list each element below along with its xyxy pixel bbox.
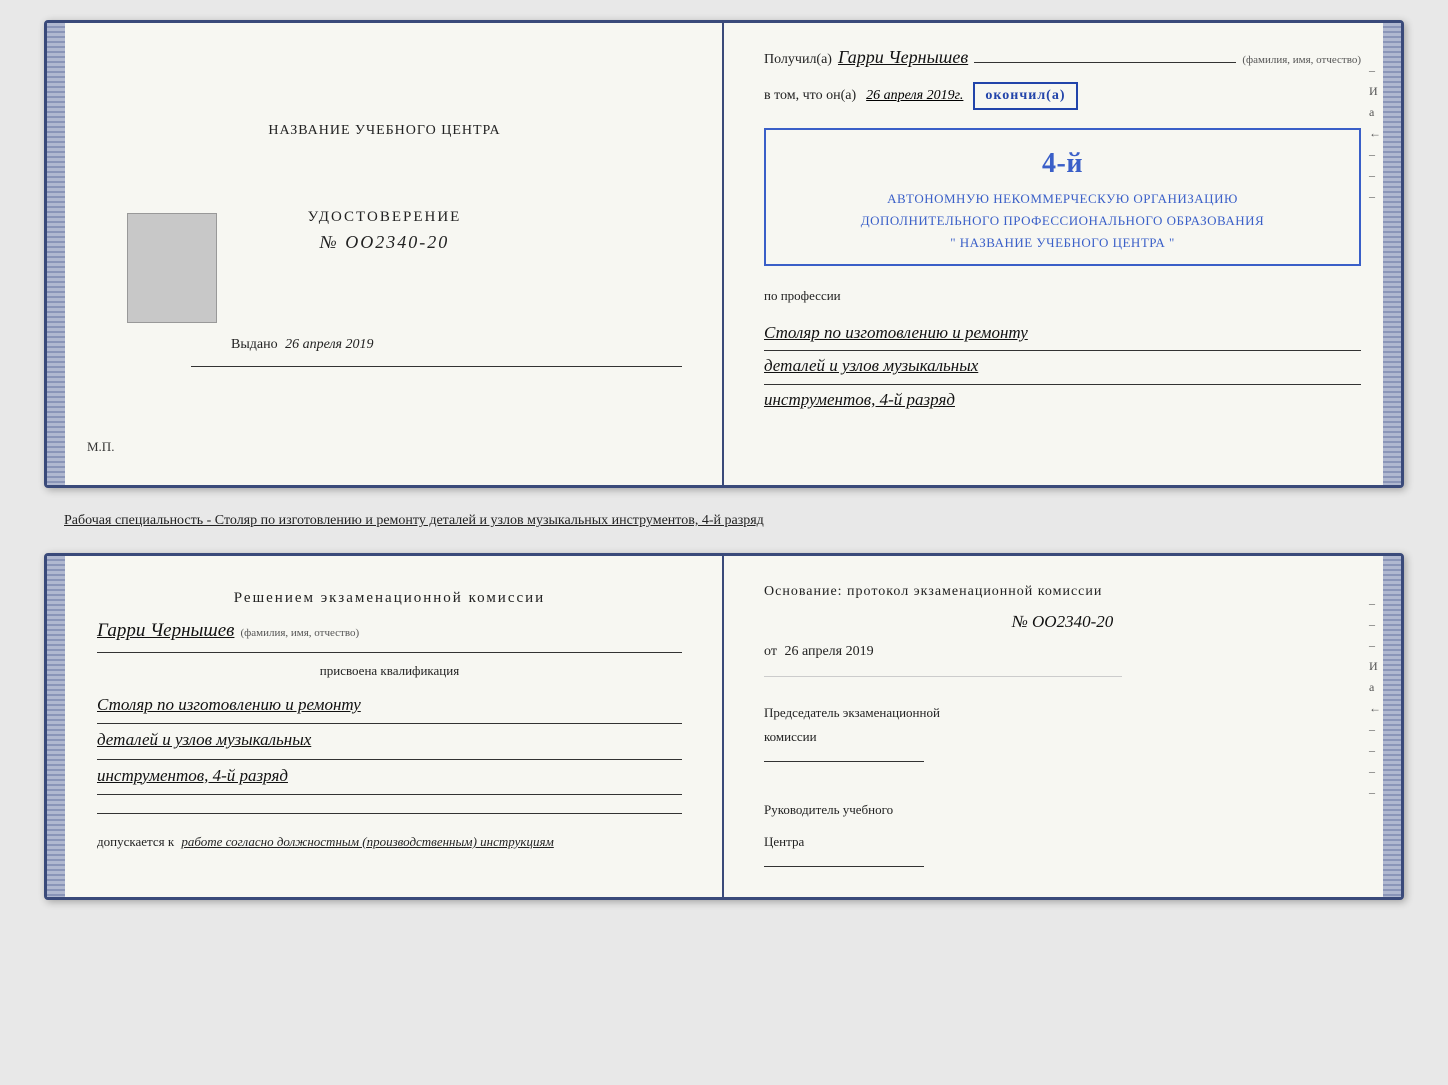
qual-line2: деталей и узлов музыкальных — [97, 724, 682, 759]
profession-block: Столяр по изготовлению и ремонту деталей… — [764, 318, 1361, 418]
vydano-date: 26 апреля 2019 — [285, 337, 373, 352]
resheniem-text: Решением экзаменационной комиссии — [234, 586, 545, 610]
bottom-doc-right: Основание: протокол экзаменационной коми… — [724, 556, 1401, 897]
udost-number: № OO2340-20 — [320, 232, 449, 253]
predsedatel-signature — [764, 761, 924, 762]
udost-label: УДОСТОВЕРЕНИЕ — [308, 209, 462, 226]
top-doc-left: НАЗВАНИЕ УЧЕБНОГО ЦЕНТРА УДОСТОВЕРЕНИЕ №… — [47, 23, 724, 485]
predsedatel-line2: комиссии — [764, 729, 1361, 745]
stamp-line3: " НАЗВАНИЕ УЧЕБНОГО ЦЕНТРА " — [782, 232, 1343, 254]
bottom-doc-left: Решением экзаменационной комиссии Гарри … — [47, 556, 724, 897]
applicant-name: Гарри Чернышев — [97, 620, 234, 642]
osnovanie-title: Основание: протокол экзаменационной коми… — [764, 584, 1361, 600]
okonchil-badge: окончил(а) — [973, 82, 1077, 110]
protocol-number: № OO2340-20 — [764, 612, 1361, 632]
vydano-label: Выдано — [231, 337, 278, 352]
fio-caption-top: (фамилия, имя, отчество) — [1242, 54, 1361, 66]
predsedatel-line1: Председатель экзаменационной — [764, 705, 1361, 721]
po-professii: по профессии — [764, 288, 1361, 304]
bottom-document: Решением экзаменационной комиссии Гарри … — [44, 553, 1404, 900]
rukovoditel-block: Руководитель учебного Центра — [764, 786, 1361, 867]
ot-label: от — [764, 644, 777, 659]
stamp-line2: ДОПОЛНИТЕЛЬНОГО ПРОФЕССИОНАЛЬНОГО ОБРАЗО… — [782, 210, 1343, 232]
dopuskaetsya-prefix: допускается к — [97, 834, 174, 849]
vydano-line: Выдано 26 апреля 2019 — [231, 337, 722, 353]
top-document: НАЗВАНИЕ УЧЕБНОГО ЦЕНТРА УДОСТОВЕРЕНИЕ №… — [44, 20, 1404, 488]
ot-line: от 26 апреля 2019 — [764, 644, 1361, 660]
bottom-right-edge-labels: – – – И а ← – – – – — [1369, 596, 1381, 800]
recipient-name: Гарри Чернышев — [838, 47, 968, 68]
qualification-block: Столяр по изготовлению и ремонту деталей… — [97, 689, 682, 795]
rukovoditel-line2: Центра — [764, 834, 1361, 850]
udostoverenie-block: УДОСТОВЕРЕНИЕ № OO2340-20 — [308, 209, 462, 253]
specialty-label: Рабочая специальность - Столяр по изгото… — [44, 504, 1404, 537]
rukovoditel-line1: Руководитель учебного — [764, 802, 1361, 818]
profession-line3: инструментов, 4-й разряд — [764, 385, 1361, 418]
vtom-block: в том, что он(а) 26 апреля 2019г. окончи… — [764, 82, 1361, 110]
qual-line3: инструментов, 4-й разряд — [97, 760, 682, 795]
dopuskaetsya-line: допускается к работе согласно должностны… — [97, 834, 554, 850]
left-title: НАЗВАНИЕ УЧЕБНОГО ЦЕНТРА — [268, 123, 500, 139]
rukovoditel-signature — [764, 866, 924, 867]
bottom-right-binding — [1383, 556, 1401, 897]
profession-line2: деталей и узлов музыкальных — [764, 351, 1361, 385]
vtom-label: в том, что он(а) — [764, 88, 856, 104]
profession-line1: Столяр по изготовлению и ремонту — [764, 318, 1361, 352]
prisvoena-text: присвоена квалификация — [320, 663, 459, 679]
stamp-line1: АВТОНОМНУЮ НЕКОММЕРЧЕСКУЮ ОРГАНИЗАЦИЮ — [782, 188, 1343, 210]
dopusk-value: работе согласно должностным (производств… — [181, 834, 553, 849]
left-binding-strip — [47, 23, 65, 485]
bottom-applicant-block: Гарри Чернышев (фамилия, имя, отчество) — [97, 620, 682, 642]
mp-label: М.П. — [87, 439, 114, 455]
bottom-fio-caption: (фамилия, имя, отчество) — [240, 627, 359, 639]
photo-placeholder — [127, 213, 217, 323]
qual-line1: Столяр по изготовлению и ремонту — [97, 689, 682, 724]
right-edge-labels: – И а ← – – – — [1369, 63, 1381, 204]
bottom-left-binding — [47, 556, 65, 897]
stamp-block: 4-й АВТОНОМНУЮ НЕКОММЕРЧЕСКУЮ ОРГАНИЗАЦИ… — [764, 128, 1361, 266]
right-binding-strip — [1383, 23, 1401, 485]
vtom-date: 26 апреля 2019г. — [866, 88, 963, 104]
recipient-block: Получил(а) Гарри Чернышев (фамилия, имя,… — [764, 47, 1361, 68]
ot-date: 26 апреля 2019 — [784, 644, 873, 659]
predsedatel-block: Председатель экзаменационной комиссии — [764, 697, 1361, 762]
poluchil-label: Получил(а) — [764, 52, 832, 68]
top-doc-right: Получил(а) Гарри Чернышев (фамилия, имя,… — [724, 23, 1401, 485]
year-big: 4-й — [782, 140, 1343, 188]
